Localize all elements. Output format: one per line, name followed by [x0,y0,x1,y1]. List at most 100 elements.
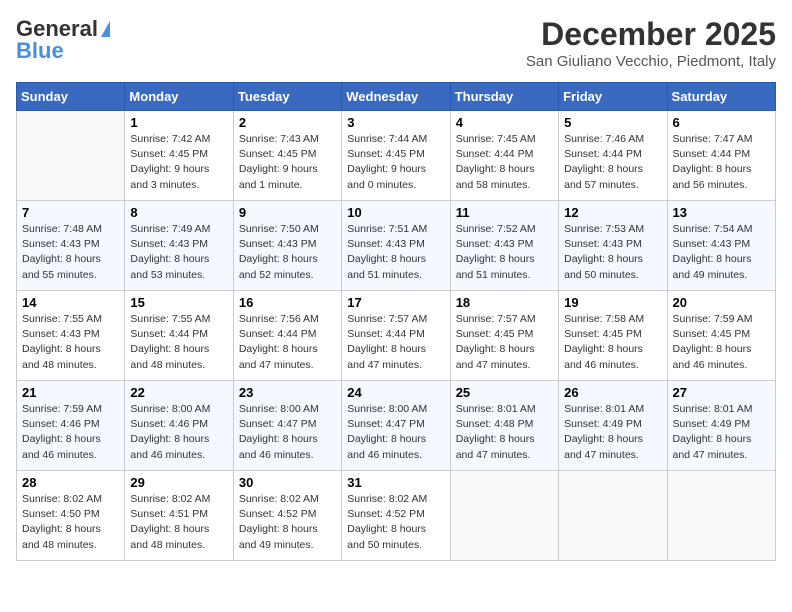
day-info: Sunrise: 8:00 AMSunset: 4:47 PMDaylight:… [239,402,336,463]
calendar-cell: 5 Sunrise: 7:46 AMSunset: 4:44 PMDaylight… [559,111,667,201]
day-info: Sunrise: 7:43 AMSunset: 4:45 PMDaylight:… [239,132,336,193]
logo-blue: Blue [16,38,64,64]
calendar-cell [559,471,667,561]
calendar-week-row: 14 Sunrise: 7:55 AMSunset: 4:43 PMDayligh… [17,291,776,381]
day-number: 16 [239,295,336,310]
calendar-cell: 24 Sunrise: 8:00 AMSunset: 4:47 PMDayligh… [342,381,450,471]
calendar-cell: 20Sunrise: 7:59 AMSunset: 4:45 PMDayligh… [667,291,775,381]
calendar-cell: 25 Sunrise: 8:01 AMSunset: 4:48 PMDayligh… [450,381,558,471]
day-info: Sunrise: 7:54 AMSunset: 4:43 PMDaylight:… [673,222,770,283]
day-number: 9 [239,205,336,220]
header-monday: Monday [125,83,233,111]
day-info: Sunrise: 8:01 AMSunset: 4:49 PMDaylight:… [673,402,770,463]
calendar-table: SundayMondayTuesdayWednesdayThursdayFrid… [16,82,776,561]
day-info: Sunrise: 8:00 AMSunset: 4:46 PMDaylight:… [130,402,227,463]
calendar-cell: 13 Sunrise: 7:54 AMSunset: 4:43 PMDayligh… [667,201,775,291]
day-info: Sunrise: 7:52 AMSunset: 4:43 PMDaylight:… [456,222,553,283]
day-info: Sunrise: 8:01 AMSunset: 4:48 PMDaylight:… [456,402,553,463]
month-title: December 2025 [526,16,776,53]
day-number: 19 [564,295,661,310]
calendar-week-row: 28 Sunrise: 8:02 AMSunset: 4:50 PMDayligh… [17,471,776,561]
calendar-cell: 9 Sunrise: 7:50 AMSunset: 4:43 PMDaylight… [233,201,341,291]
day-number: 15 [130,295,227,310]
day-info: Sunrise: 7:59 AMSunset: 4:45 PMDaylight:… [673,312,770,373]
calendar-cell: 10 Sunrise: 7:51 AMSunset: 4:43 PMDayligh… [342,201,450,291]
day-number: 29 [130,475,227,490]
calendar-header-row: SundayMondayTuesdayWednesdayThursdayFrid… [17,83,776,111]
day-info: Sunrise: 7:53 AMSunset: 4:43 PMDaylight:… [564,222,661,283]
calendar-cell: 3Sunrise: 7:44 AMSunset: 4:45 PMDaylight… [342,111,450,201]
day-info: Sunrise: 7:55 AMSunset: 4:43 PMDaylight:… [22,312,119,373]
header-thursday: Thursday [450,83,558,111]
day-number: 8 [130,205,227,220]
header-sunday: Sunday [17,83,125,111]
day-number: 18 [456,295,553,310]
calendar-cell: 15 Sunrise: 7:55 AMSunset: 4:44 PMDayligh… [125,291,233,381]
day-info: Sunrise: 7:45 AMSunset: 4:44 PMDaylight:… [456,132,553,193]
day-info: Sunrise: 8:02 AMSunset: 4:50 PMDaylight:… [22,492,119,553]
calendar-cell: 8Sunrise: 7:49 AMSunset: 4:43 PMDaylight… [125,201,233,291]
calendar-cell: 2Sunrise: 7:43 AMSunset: 4:45 PMDaylight… [233,111,341,201]
calendar-week-row: 7Sunrise: 7:48 AMSunset: 4:43 PMDaylight… [17,201,776,291]
day-info: Sunrise: 7:58 AMSunset: 4:45 PMDaylight:… [564,312,661,373]
header-wednesday: Wednesday [342,83,450,111]
day-number: 1 [130,115,227,130]
day-info: Sunrise: 8:02 AMSunset: 4:52 PMDaylight:… [347,492,444,553]
calendar-cell: 29 Sunrise: 8:02 AMSunset: 4:51 PMDayligh… [125,471,233,561]
day-number: 12 [564,205,661,220]
day-info: Sunrise: 8:02 AMSunset: 4:52 PMDaylight:… [239,492,336,553]
day-number: 6 [673,115,770,130]
day-number: 4 [456,115,553,130]
day-info: Sunrise: 7:50 AMSunset: 4:43 PMDaylight:… [239,222,336,283]
calendar-cell: 22 Sunrise: 8:00 AMSunset: 4:46 PMDayligh… [125,381,233,471]
location: San Giuliano Vecchio, Piedmont, Italy [526,53,776,70]
header-saturday: Saturday [667,83,775,111]
day-info: Sunrise: 7:55 AMSunset: 4:44 PMDaylight:… [130,312,227,373]
day-number: 13 [673,205,770,220]
day-number: 22 [130,385,227,400]
day-number: 5 [564,115,661,130]
calendar-cell: 23Sunrise: 8:00 AMSunset: 4:47 PMDayligh… [233,381,341,471]
calendar-cell: 28 Sunrise: 8:02 AMSunset: 4:50 PMDayligh… [17,471,125,561]
calendar-cell: 16Sunrise: 7:56 AMSunset: 4:44 PMDayligh… [233,291,341,381]
day-number: 25 [456,385,553,400]
page-header: General Blue December 2025 San Giuliano … [16,16,776,70]
calendar-cell: 11 Sunrise: 7:52 AMSunset: 4:43 PMDayligh… [450,201,558,291]
day-number: 27 [673,385,770,400]
calendar-cell: 26Sunrise: 8:01 AMSunset: 4:49 PMDayligh… [559,381,667,471]
day-info: Sunrise: 8:00 AMSunset: 4:47 PMDaylight:… [347,402,444,463]
day-info: Sunrise: 7:59 AMSunset: 4:46 PMDaylight:… [22,402,119,463]
logo: General Blue [16,16,110,64]
calendar-cell: 12 Sunrise: 7:53 AMSunset: 4:43 PMDayligh… [559,201,667,291]
day-info: Sunrise: 8:02 AMSunset: 4:51 PMDaylight:… [130,492,227,553]
day-number: 21 [22,385,119,400]
day-info: Sunrise: 7:57 AMSunset: 4:45 PMDaylight:… [456,312,553,373]
calendar-cell: 7Sunrise: 7:48 AMSunset: 4:43 PMDaylight… [17,201,125,291]
day-number: 24 [347,385,444,400]
day-number: 11 [456,205,553,220]
day-info: Sunrise: 7:46 AMSunset: 4:44 PMDaylight:… [564,132,661,193]
calendar-cell: 17 Sunrise: 7:57 AMSunset: 4:44 PMDayligh… [342,291,450,381]
day-number: 14 [22,295,119,310]
day-info: Sunrise: 7:51 AMSunset: 4:43 PMDaylight:… [347,222,444,283]
header-tuesday: Tuesday [233,83,341,111]
day-info: Sunrise: 7:57 AMSunset: 4:44 PMDaylight:… [347,312,444,373]
title-block: December 2025 San Giuliano Vecchio, Pied… [526,16,776,70]
calendar-cell: 1 Sunrise: 7:42 AMSunset: 4:45 PMDaylight… [125,111,233,201]
day-info: Sunrise: 8:01 AMSunset: 4:49 PMDaylight:… [564,402,661,463]
calendar-cell [450,471,558,561]
calendar-cell: 30Sunrise: 8:02 AMSunset: 4:52 PMDayligh… [233,471,341,561]
day-number: 17 [347,295,444,310]
calendar-cell [17,111,125,201]
day-number: 10 [347,205,444,220]
day-number: 31 [347,475,444,490]
logo-triangle-icon [101,21,110,37]
calendar-cell: 4 Sunrise: 7:45 AMSunset: 4:44 PMDaylight… [450,111,558,201]
calendar-cell: 27 Sunrise: 8:01 AMSunset: 4:49 PMDayligh… [667,381,775,471]
header-friday: Friday [559,83,667,111]
day-info: Sunrise: 7:47 AMSunset: 4:44 PMDaylight:… [673,132,770,193]
calendar-cell: 6 Sunrise: 7:47 AMSunset: 4:44 PMDaylight… [667,111,775,201]
day-number: 28 [22,475,119,490]
day-info: Sunrise: 7:48 AMSunset: 4:43 PMDaylight:… [22,222,119,283]
day-info: Sunrise: 7:42 AMSunset: 4:45 PMDaylight:… [130,132,227,193]
